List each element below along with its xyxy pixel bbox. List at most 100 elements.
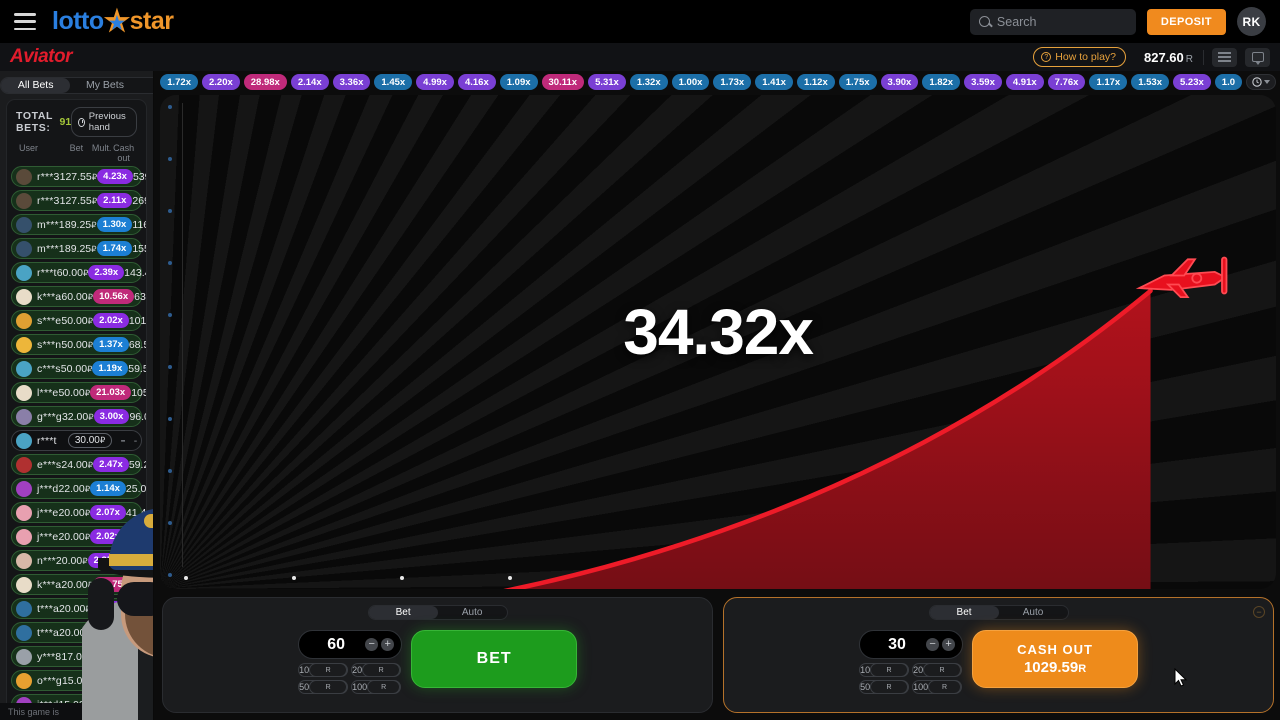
balance-display: 827.60 R — [1134, 50, 1204, 65]
bet-multiplier: 2.39x — [88, 265, 124, 280]
right-quick-50[interactable]: 50R — [859, 680, 909, 694]
history-pill[interactable]: 1.09x — [500, 74, 538, 90]
left-panel-tab-auto[interactable]: Auto — [438, 606, 507, 619]
mouse-cursor — [1174, 668, 1188, 688]
history-pill[interactable]: 1.12x — [797, 74, 835, 90]
history-pill[interactable]: 1.17x — [1089, 74, 1127, 90]
right-minus-icon[interactable]: − — [926, 638, 939, 651]
col-mult: Mult. — [90, 143, 113, 163]
bet-user: l***e — [37, 387, 58, 399]
history-pill[interactable]: 4.16x — [458, 74, 496, 90]
cash-out-button[interactable]: CASH OUT 1029.59R — [972, 630, 1138, 688]
history-pill[interactable]: 5.31x — [588, 74, 626, 90]
remove-panel-icon[interactable]: − — [1253, 606, 1265, 618]
avatar — [16, 673, 32, 689]
history-pill[interactable]: 1.0 — [1215, 74, 1242, 90]
avatar — [16, 313, 32, 329]
left-plus-icon[interactable]: + — [381, 638, 394, 651]
left-quick-10[interactable]: 10R — [298, 663, 348, 677]
cash-out-value: 1029.59 — [1024, 659, 1078, 676]
hamburger-icon[interactable] — [14, 13, 36, 30]
right-panel-body: 30 − + 10R20R50R100R CASH OUT — [859, 630, 1138, 694]
left-panel-tabs: BetAuto — [368, 605, 508, 620]
history-pill[interactable]: 1.82x — [922, 74, 960, 90]
bet-user: r***3 — [37, 171, 60, 183]
history-pill[interactable]: 3.36x — [333, 74, 371, 90]
left-panel-tab-bet[interactable]: Bet — [369, 606, 438, 619]
cash-out-label: CASH OUT — [1017, 642, 1093, 657]
search-box[interactable] — [970, 9, 1136, 35]
history-pill[interactable]: 1.41x — [755, 74, 793, 90]
search-input[interactable] — [997, 15, 1127, 29]
bet-amount: 89.25₽ — [65, 219, 97, 231]
bet-user: g***g — [37, 411, 62, 423]
bet-cashout: - — [134, 435, 138, 447]
table-row: m***189.25₽1.30x116.03₽ — [11, 214, 142, 235]
history-pill[interactable]: 2.14x — [291, 74, 329, 90]
left-quick-20[interactable]: 20R — [351, 663, 401, 677]
bets-tab-my-bets[interactable]: My Bets — [70, 78, 139, 93]
aviator-bar-actions: ? How to play? 827.60 R — [1033, 47, 1270, 67]
site-header: lotto ★★ star DEPOSIT RK — [0, 0, 1280, 43]
bets-panel: All BetsMy BetsTop TOTAL BETS: 91 Previo… — [0, 71, 154, 720]
history-pill[interactable]: 3.90x — [881, 74, 919, 90]
history-pill[interactable]: 4.91x — [1006, 74, 1044, 90]
deposit-button[interactable]: DEPOSIT — [1147, 9, 1226, 35]
table-row: k***a60.00₽10.56x633.60₽ — [11, 286, 142, 307]
left-minus-icon[interactable]: − — [365, 638, 378, 651]
bet-multiplier: 2.02x — [93, 313, 129, 328]
history-pill[interactable]: 1.32x — [630, 74, 668, 90]
bet-button[interactable]: BET — [411, 630, 577, 688]
table-row: r***3127.55₽4.23x539.53₽ — [11, 166, 142, 187]
right-quick-10[interactable]: 10R — [859, 663, 909, 677]
total-bets-count: 91 — [60, 116, 72, 128]
left-stake-value[interactable]: 60 — [299, 636, 365, 654]
lottostar-logo[interactable]: lotto ★★ star — [52, 7, 174, 36]
how-to-play-button[interactable]: ? How to play? — [1033, 47, 1126, 67]
game-canvas: 34.32x — [160, 95, 1276, 589]
table-row: c***s50.00₽1.19x59.50₽ — [11, 358, 142, 379]
history-pill[interactable]: 5.23x — [1173, 74, 1211, 90]
history-pill[interactable]: 1.00x — [672, 74, 710, 90]
history-pill[interactable]: 1.75x — [839, 74, 877, 90]
bet-multiplier: 1.30x — [97, 217, 133, 232]
history-pill[interactable]: 4.99x — [416, 74, 454, 90]
right-panel-tab-auto[interactable]: Auto — [999, 606, 1068, 619]
bet-amount: 30.00₽ — [68, 433, 112, 448]
right-stake-input[interactable]: 30 − + — [859, 630, 963, 659]
bets-tabs: All BetsMy BetsTop — [0, 77, 154, 94]
bet-multiplier: 10.56x — [93, 289, 134, 304]
avatar[interactable]: RK — [1237, 7, 1266, 36]
left-quick-50[interactable]: 50R — [298, 680, 348, 694]
bets-tab-all-bets[interactable]: All Bets — [1, 78, 70, 93]
history-pill[interactable]: 1.72x — [160, 74, 198, 90]
history-pill[interactable]: 7.76x — [1048, 74, 1086, 90]
bet-user: m***1 — [37, 219, 65, 231]
bet-cashout: 96.00₽ — [129, 411, 146, 423]
left-quick-100[interactable]: 100R — [351, 680, 401, 694]
right-plus-icon[interactable]: + — [942, 638, 955, 651]
history-pill[interactable]: 2.20x — [202, 74, 240, 90]
aviator-bar: Aviator ? How to play? 827.60 R — [0, 43, 1280, 71]
previous-hand-button[interactable]: Previous hand — [71, 107, 137, 137]
history-pill[interactable]: 1.53x — [1131, 74, 1169, 90]
right-quick-100[interactable]: 100R — [912, 680, 962, 694]
history-pill[interactable]: 3.59x — [964, 74, 1002, 90]
history-pill[interactable]: 28.98x — [244, 74, 287, 90]
left-stake-input[interactable]: 60 − + — [298, 630, 402, 659]
avatar — [16, 553, 32, 569]
history-clock-icon[interactable] — [1246, 74, 1276, 90]
right-quick-20[interactable]: 20R — [912, 663, 962, 677]
avatar — [16, 169, 32, 185]
right-panel-tab-bet[interactable]: Bet — [930, 606, 999, 619]
chat-icon[interactable] — [1245, 48, 1270, 67]
bet-cashout: 101.00₽ — [129, 315, 146, 327]
menu-icon[interactable] — [1212, 48, 1237, 67]
right-stake-value[interactable]: 30 — [860, 636, 926, 654]
history-pill[interactable]: 30.11x — [542, 74, 585, 90]
history-pill[interactable]: 1.45x — [374, 74, 412, 90]
history-pill[interactable]: 1.73x — [713, 74, 751, 90]
bet-user: n*** — [37, 555, 56, 567]
bets-tab-top[interactable]: Top — [140, 78, 155, 93]
bet-amount: 32.00₽ — [62, 411, 94, 423]
